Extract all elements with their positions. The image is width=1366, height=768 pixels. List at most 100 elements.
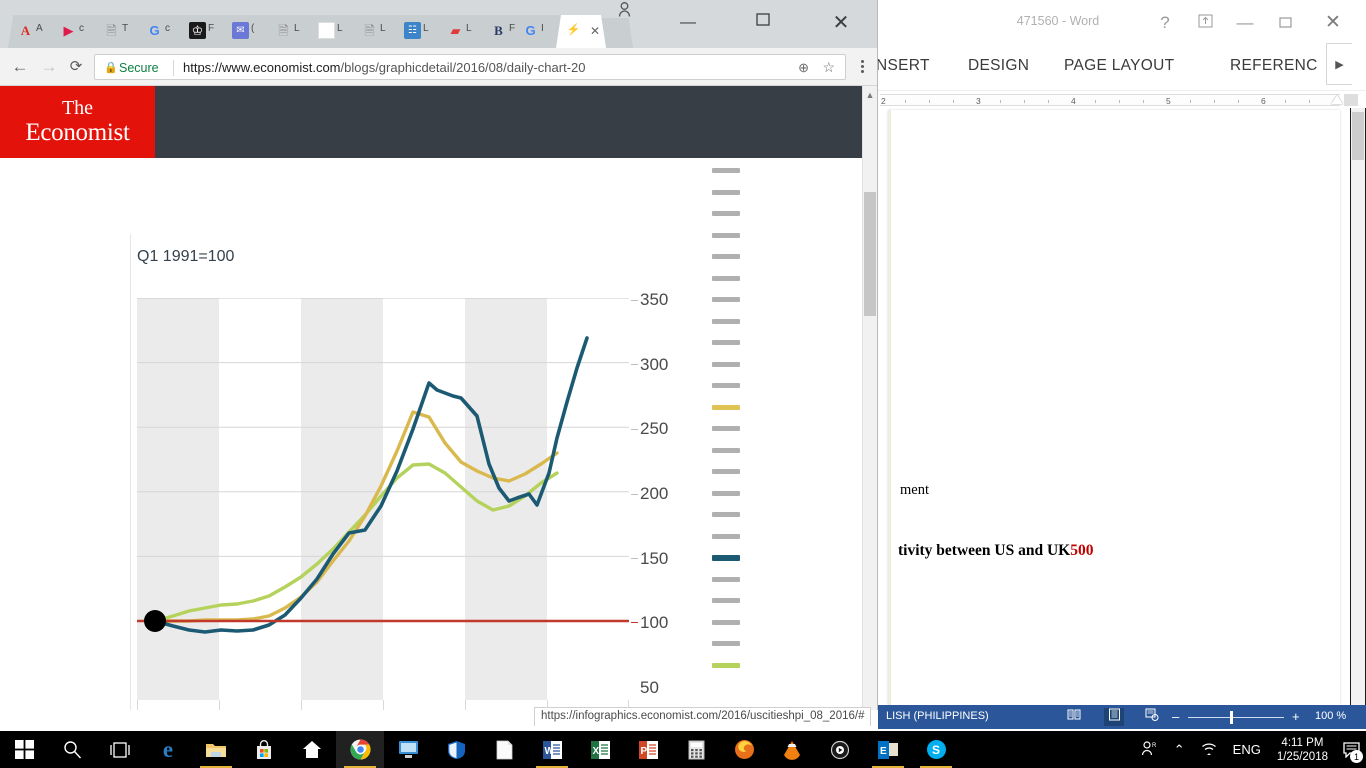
teamviewer-icon[interactable] xyxy=(384,731,432,768)
forward-icon[interactable]: → xyxy=(36,55,62,79)
address-bar[interactable]: 🔒 Secure https://www.economist.com/blogs… xyxy=(94,54,846,80)
tab-design[interactable]: DESIGN xyxy=(968,57,1029,75)
legend-dash[interactable] xyxy=(712,512,740,517)
tab-close-icon[interactable]: ✕ xyxy=(590,24,600,38)
legend-dash[interactable] xyxy=(712,190,740,195)
legend-dash[interactable] xyxy=(712,233,740,238)
calculator-icon[interactable] xyxy=(672,731,720,768)
edge-icon[interactable]: e xyxy=(144,731,192,768)
page-scrollbar-track[interactable] xyxy=(862,86,878,710)
powerpoint-icon[interactable]: P xyxy=(624,731,672,768)
legend-dash[interactable] xyxy=(712,491,740,496)
reload-icon[interactable]: ⟳ xyxy=(63,55,89,79)
word-icon[interactable]: W xyxy=(528,731,576,768)
media-player-icon[interactable] xyxy=(816,731,864,768)
url-text[interactable]: https://www.economist.com/blogs/graphicd… xyxy=(183,60,586,75)
tab-references[interactable]: REFERENC xyxy=(1230,57,1318,75)
zoom-indicator-icon[interactable]: ⊕ xyxy=(798,60,809,76)
zoom-level-value[interactable]: 100 % xyxy=(1315,710,1346,722)
chart-legend-column[interactable] xyxy=(700,158,868,710)
doc-paragraph-2-number: 500 xyxy=(1070,542,1093,559)
print-layout-icon[interactable] xyxy=(1104,708,1124,726)
word-document-page[interactable]: ment tivity between US and UK500 xyxy=(888,110,1340,705)
chevron-up-icon[interactable]: ⌃ xyxy=(1166,742,1193,758)
defender-shield-icon[interactable] xyxy=(432,731,480,768)
legend-dash[interactable] xyxy=(712,426,740,431)
status-language[interactable]: LISH (PHILIPPINES) xyxy=(886,710,989,722)
word-ribbon-tabs[interactable]: NSERT DESIGN PAGE LAYOUT REFERENC xyxy=(878,46,1366,86)
legend-dash[interactable] xyxy=(712,276,740,281)
tab-page-layout[interactable]: PAGE LAYOUT xyxy=(1064,57,1174,75)
legend-dash[interactable] xyxy=(712,598,740,603)
start-button[interactable] xyxy=(0,731,48,768)
word-scroll-thumb[interactable] xyxy=(1352,112,1364,160)
ribbon-overflow-button[interactable]: ▶ xyxy=(1326,43,1352,85)
legend-dash-gold[interactable] xyxy=(712,405,740,410)
clock[interactable]: 4:11 PM 1/25/2018 xyxy=(1269,736,1336,764)
firefox-icon[interactable] xyxy=(720,731,768,768)
notifications-icon[interactable]: 1 xyxy=(1336,731,1366,768)
legend-dash[interactable] xyxy=(712,641,740,646)
outlook-icon[interactable]: E xyxy=(864,731,912,768)
economist-logo[interactable]: The Economist xyxy=(0,86,155,158)
zoom-slider-handle[interactable] xyxy=(1230,711,1233,724)
home-icon[interactable] xyxy=(288,731,336,768)
notepad-icon[interactable] xyxy=(480,731,528,768)
legend-dash[interactable] xyxy=(712,534,740,539)
chrome-close-button[interactable]: ✕ xyxy=(818,8,864,38)
vlc-icon[interactable] xyxy=(768,731,816,768)
skype-icon[interactable]: S xyxy=(912,731,960,768)
legend-dash-teal[interactable] xyxy=(712,555,740,561)
chrome-menu-icon[interactable] xyxy=(855,60,869,75)
word-close-button[interactable]: ✕ xyxy=(1318,10,1348,36)
chrome-icon[interactable] xyxy=(336,731,384,768)
legend-dash[interactable] xyxy=(712,469,740,474)
chrome-minimize-button[interactable]: — xyxy=(665,8,711,38)
word-titlebar[interactable]: 471560 - Word ? — ✕ xyxy=(878,0,1366,46)
language-indicator[interactable]: ENG xyxy=(1225,742,1269,757)
network-icon[interactable] xyxy=(1193,741,1225,758)
chrome-browser-window[interactable]: AA ▶c 🗎T Gc ♔F ✉( 🗎L L 🗎L ☷L ▰L BF GI ⚡ … xyxy=(0,0,878,710)
zoom-in-button[interactable]: + xyxy=(1292,709,1300,724)
scroll-up-arrow-icon[interactable]: ▲ xyxy=(864,88,876,102)
chrome-maximize-button[interactable] xyxy=(740,8,786,38)
legend-dash[interactable] xyxy=(712,383,740,388)
legend-dash[interactable] xyxy=(712,211,740,216)
word-restore-button[interactable] xyxy=(1270,10,1300,36)
excel-icon[interactable]: X xyxy=(576,731,624,768)
right-indent-marker[interactable] xyxy=(1331,95,1343,104)
browser-tab-active[interactable]: ⚡ ✕ xyxy=(556,15,606,48)
people-icon[interactable]: R xyxy=(1133,741,1166,759)
zoom-slider-track[interactable] xyxy=(1188,717,1284,718)
legend-dash[interactable] xyxy=(712,620,740,625)
page-scrollbar-thumb[interactable] xyxy=(864,192,876,316)
legend-dash[interactable] xyxy=(712,297,740,302)
chrome-tab-strip[interactable]: AA ▶c 🗎T Gc ♔F ✉( 🗎L L 🗎L ☷L ▰L BF GI ⚡ … xyxy=(0,0,878,48)
legend-dash[interactable] xyxy=(712,254,740,259)
system-tray[interactable]: R ⌃ ENG 4:11 PM 1/25/2018 1 xyxy=(1133,731,1366,768)
legend-dash[interactable] xyxy=(712,362,740,367)
word-window[interactable]: 471560 - Word ? — ✕ NSERT DESIGN PAGE LA… xyxy=(878,0,1366,768)
bookmark-star-icon[interactable]: ☆ xyxy=(822,59,835,76)
task-view-icon[interactable] xyxy=(96,731,144,768)
read-mode-icon[interactable] xyxy=(1064,708,1084,726)
web-layout-icon[interactable] xyxy=(1142,708,1162,726)
legend-dash[interactable] xyxy=(712,319,740,324)
word-vertical-scrollbar[interactable] xyxy=(1351,108,1365,705)
zoom-out-button[interactable]: – xyxy=(1172,709,1179,724)
tab-insert[interactable]: NSERT xyxy=(878,57,930,75)
legend-dash[interactable] xyxy=(712,448,740,453)
chart-left-border xyxy=(130,234,131,710)
legend-dash-green[interactable] xyxy=(712,663,740,668)
back-icon[interactable]: ← xyxy=(7,55,33,79)
legend-dash[interactable] xyxy=(712,577,740,582)
search-icon[interactable] xyxy=(48,731,96,768)
word-minimize-button[interactable]: — xyxy=(1230,10,1260,36)
file-explorer-icon[interactable] xyxy=(192,731,240,768)
word-help-icon[interactable]: ? xyxy=(1150,10,1180,36)
store-icon[interactable] xyxy=(240,731,288,768)
windows-taskbar[interactable]: e W X P xyxy=(0,731,1366,768)
ribbon-display-options-icon[interactable] xyxy=(1190,10,1220,36)
legend-dash[interactable] xyxy=(712,340,740,345)
legend-dash[interactable] xyxy=(712,168,740,173)
